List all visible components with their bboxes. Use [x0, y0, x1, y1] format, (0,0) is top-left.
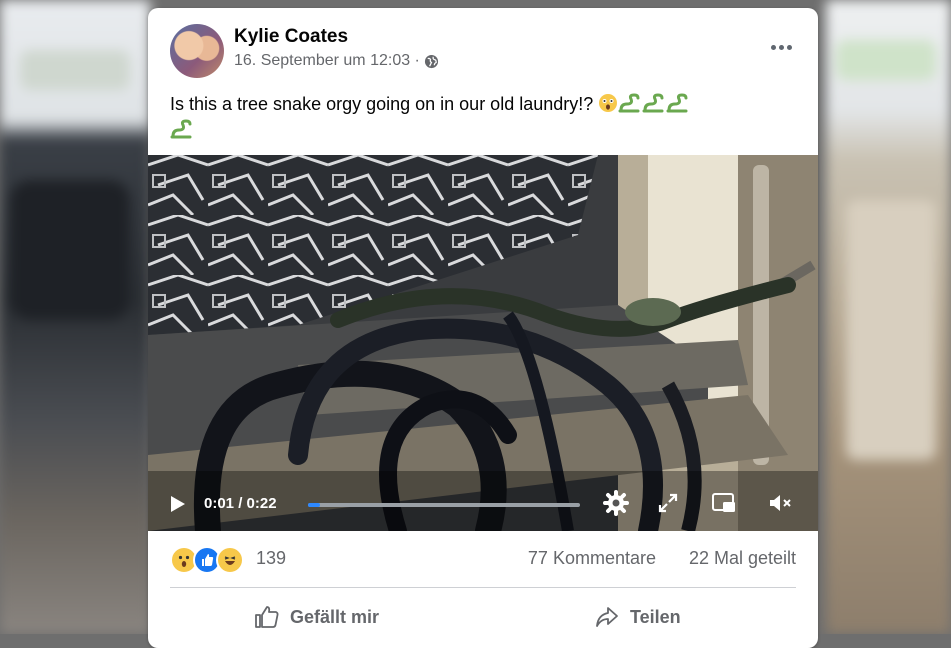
post-timestamp[interactable]: 16. September um 12:03 ·	[234, 52, 420, 70]
post-text: Is this a tree snake orgy going on in ou…	[170, 94, 594, 114]
shares-count[interactable]: 22 Mal geteilt	[689, 548, 796, 569]
snake-icon	[666, 93, 688, 113]
snake-icon	[642, 93, 664, 113]
like-button[interactable]: Gefällt mir	[254, 600, 379, 634]
reaction-count[interactable]: 139	[256, 548, 286, 569]
divider	[170, 587, 796, 588]
gear-icon[interactable]	[602, 489, 630, 517]
more-options-button[interactable]	[766, 34, 796, 60]
post-card: Kylie Coates 16. September um 12:03 · Is…	[148, 8, 818, 648]
video-time: 0:01 / 0:22	[204, 495, 277, 512]
background-left	[0, 0, 150, 634]
picture-in-picture-icon[interactable]	[710, 489, 738, 517]
post-stats: 139 77 Kommentare 22 Mal geteilt	[148, 538, 818, 578]
share-arrow-icon	[596, 607, 618, 627]
snake-icon	[618, 93, 640, 113]
snake-icon	[170, 119, 192, 139]
comments-count[interactable]: 77 Kommentare	[528, 548, 656, 569]
haha-reaction-icon	[216, 546, 244, 574]
more-dot-icon	[770, 44, 776, 50]
play-icon[interactable]	[166, 493, 188, 515]
share-button[interactable]: Teilen	[594, 600, 681, 634]
post-text-container: Is this a tree snake orgy going on in ou…	[170, 91, 790, 143]
video-progress-fill	[308, 503, 321, 507]
video-progress-bar[interactable]	[308, 503, 580, 507]
share-button-label: Teilen	[630, 606, 681, 627]
thumbs-up-icon	[255, 606, 279, 628]
video-player[interactable]: 0:01 / 0:22	[148, 155, 818, 531]
globe-icon	[424, 54, 438, 68]
avatar[interactable]	[170, 24, 224, 78]
astonished-face-icon	[599, 94, 618, 112]
fullscreen-icon[interactable]	[654, 489, 682, 517]
background-right	[826, 0, 951, 634]
post-meta: 16. September um 12:03 ·	[234, 52, 439, 70]
post-author[interactable]: Kylie Coates	[234, 26, 348, 48]
video-controls: 0:01 / 0:22	[148, 471, 818, 531]
reaction-icons[interactable]	[170, 546, 244, 574]
mute-icon[interactable]	[766, 489, 794, 517]
like-button-label: Gefällt mir	[290, 606, 380, 627]
